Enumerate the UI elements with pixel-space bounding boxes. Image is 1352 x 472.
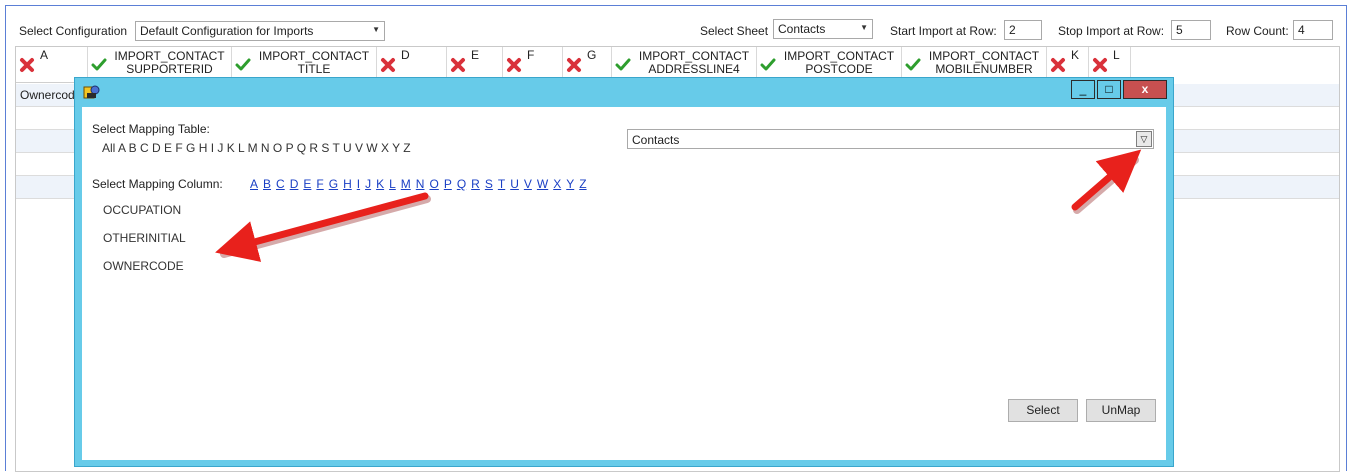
column-letter-link[interactable]: O <box>429 177 438 191</box>
table-cell: Ownercode <box>20 88 82 102</box>
check-icon <box>615 58 631 71</box>
column-letter-link[interactable]: Y <box>566 177 574 191</box>
column-letter-links: ABCDEFGHIJKLMNOPQRSTUVWXYZ <box>250 177 592 191</box>
import-toolbar: Select Configuration Default Configurati… <box>0 0 1352 46</box>
column-letter-link[interactable]: M <box>401 177 411 191</box>
stop-row-label: Stop Import at Row: <box>1058 24 1165 38</box>
list-item[interactable]: OCCUPATION <box>103 203 181 217</box>
column-letter-link[interactable]: W <box>537 177 548 191</box>
table-letter-filter[interactable]: All A B C D E F G H I J K L M N O P Q R … <box>102 141 411 155</box>
column-header-line: L <box>1113 48 1120 62</box>
column-letter-link[interactable]: D <box>290 177 299 191</box>
column-header-label: A <box>40 49 85 62</box>
column-letter-link[interactable]: A <box>250 177 258 191</box>
gear-icon <box>83 85 100 99</box>
mapping-column-label: Select Mapping Column: <box>92 177 223 191</box>
column-letter-link[interactable]: B <box>263 177 271 191</box>
unmap-button[interactable]: UnMap <box>1086 399 1156 422</box>
check-icon <box>235 58 251 71</box>
column-letter-link[interactable]: Z <box>579 177 586 191</box>
column-header-line: F <box>527 48 535 62</box>
mapping-table-value: Contacts <box>632 133 680 147</box>
column-header-label: E <box>471 49 500 62</box>
column-letter-link[interactable]: X <box>553 177 561 191</box>
chevron-down-icon: ▼ <box>372 25 380 34</box>
maximize-button[interactable]: □ <box>1097 80 1121 99</box>
dialog-body: Select Mapping Table: All A B C D E F G … <box>82 107 1166 460</box>
column-letter-link[interactable]: G <box>329 177 338 191</box>
mapping-dialog: _ □ x Select Mapping Table: All A B C D … <box>74 77 1174 467</box>
select-sheet-label: Select Sheet <box>700 24 769 38</box>
column-header-label: IMPORT_CONTACT ADDRESSLINE4 <box>634 50 754 76</box>
dialog-title-bar[interactable]: _ □ x <box>75 78 1173 106</box>
column-letter-link[interactable]: E <box>303 177 311 191</box>
column-header-label: IMPORT_CONTACT POSTCODE <box>779 50 899 76</box>
column-letter-link[interactable]: F <box>316 177 323 191</box>
mapping-table-label: Select Mapping Table: <box>92 122 210 136</box>
cross-icon <box>507 58 521 72</box>
minimize-button[interactable]: _ <box>1071 80 1095 99</box>
column-header-line: A <box>40 48 49 62</box>
column-letter-link[interactable]: H <box>343 177 352 191</box>
row-count-input[interactable]: 4 <box>1293 20 1333 40</box>
column-letter-link[interactable]: P <box>444 177 452 191</box>
column-header-label: G <box>587 49 609 62</box>
mapping-table-dropdown[interactable]: Contacts ▽ <box>627 129 1154 149</box>
select-configuration-label: Select Configuration <box>19 24 128 38</box>
column-header-line: G <box>587 48 597 62</box>
select-button[interactable]: Select <box>1008 399 1078 422</box>
check-icon <box>905 58 921 71</box>
column-header-line: SUPPORTERID <box>126 62 213 76</box>
column-header-line: E <box>471 48 480 62</box>
list-item[interactable]: OTHERINITIAL <box>103 231 186 245</box>
configuration-value: Default Configuration for Imports <box>140 24 314 38</box>
column-letter-link[interactable]: I <box>357 177 360 191</box>
column-header-line: K <box>1071 48 1080 62</box>
cross-icon <box>20 58 34 72</box>
start-row-input[interactable]: 2 <box>1004 20 1042 40</box>
column-letter-link[interactable]: S <box>485 177 493 191</box>
cross-icon <box>567 58 581 72</box>
column-header-label: F <box>527 49 560 62</box>
column-letter-link[interactable]: R <box>471 177 480 191</box>
column-header-label: IMPORT_CONTACT SUPPORTERID <box>110 50 229 76</box>
column-letter-link[interactable]: T <box>498 177 505 191</box>
check-icon <box>760 58 776 71</box>
column-header-label: IMPORT_CONTACT TITLE <box>254 50 374 76</box>
sheet-dropdown[interactable]: Contacts ▼ <box>773 19 873 39</box>
column-header-line: MOBILENUMBER <box>935 62 1033 76</box>
column-header-label: D <box>401 49 444 62</box>
check-icon <box>91 58 107 71</box>
column-letter-link[interactable]: V <box>524 177 532 191</box>
column-letter-link[interactable]: L <box>389 177 396 191</box>
start-row-label: Start Import at Row: <box>890 24 997 38</box>
cross-icon <box>1093 58 1107 72</box>
column-letter-link[interactable]: N <box>416 177 425 191</box>
column-header-line: D <box>401 48 410 62</box>
column-header-line: ADDRESSLINE4 <box>648 62 740 76</box>
chevron-down-icon[interactable]: ▽ <box>1136 131 1152 147</box>
column-header-line: POSTCODE <box>805 62 873 76</box>
cross-icon <box>1051 58 1065 72</box>
row-count-label: Row Count: <box>1226 24 1289 38</box>
cross-icon <box>451 58 465 72</box>
sheet-value: Contacts <box>778 22 826 36</box>
column-letter-link[interactable]: Q <box>457 177 466 191</box>
close-button[interactable]: x <box>1123 80 1167 99</box>
column-header-line: TITLE <box>297 62 331 76</box>
column-letter-link[interactable]: J <box>365 177 371 191</box>
chevron-down-icon: ▼ <box>860 23 868 32</box>
column-letter-link[interactable]: K <box>376 177 384 191</box>
list-item[interactable]: OWNERCODE <box>103 259 184 273</box>
cross-icon <box>381 58 395 72</box>
column-letter-link[interactable]: C <box>276 177 285 191</box>
column-letter-link[interactable]: U <box>510 177 519 191</box>
column-header-label: K <box>1071 49 1086 62</box>
column-header-label: L <box>1113 49 1128 62</box>
column-header-label: IMPORT_CONTACT MOBILENUMBER <box>924 50 1044 76</box>
configuration-dropdown[interactable]: Default Configuration for Imports ▼ <box>135 21 385 41</box>
stop-row-input[interactable]: 5 <box>1171 20 1211 40</box>
